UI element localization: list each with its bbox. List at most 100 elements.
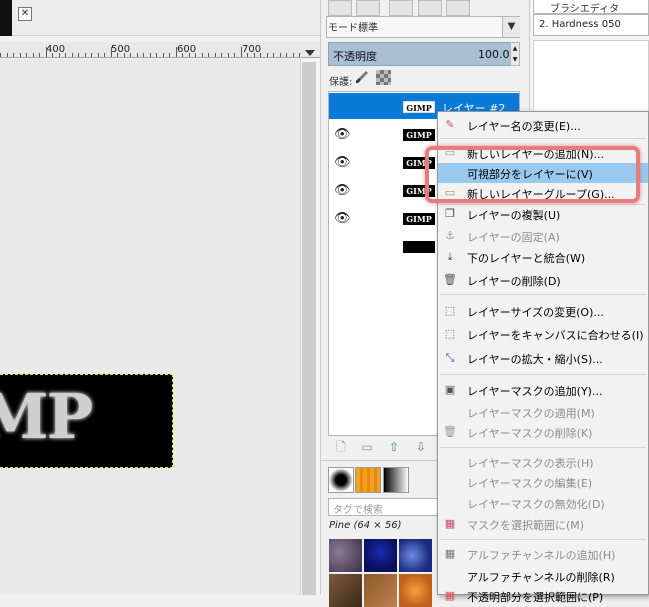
- horizontal-ruler[interactable]: 400 500 600 700: [0, 42, 300, 58]
- new-group-icon[interactable]: ▭: [360, 440, 374, 454]
- menu-item-edit-mask[interactable]: レイヤーマスクの編集(E): [467, 475, 592, 491]
- ruler-label: 600: [177, 44, 197, 55]
- menu-item-delete-mask[interactable]: レイヤーマスクの削除(K): [467, 425, 592, 441]
- menu-item-layer-boundary-size[interactable]: レイヤーサイズの変更(O)...: [467, 304, 604, 320]
- ruler-tick: [182, 53, 183, 57]
- delete-icon: 🗑: [443, 273, 457, 286]
- mode-label: モード:: [328, 23, 362, 34]
- patterns-tab-icon[interactable]: [355, 467, 381, 493]
- menu-item-add-mask[interactable]: レイヤーマスクの追加(Y)...: [467, 383, 602, 399]
- gradients-tab-icon[interactable]: [383, 467, 409, 493]
- image-tab-strip: [0, 0, 320, 36]
- ruler-tick: [279, 53, 281, 57]
- menu-item-merge-down[interactable]: 下のレイヤーと統合(W): [467, 250, 585, 266]
- navigate-arrow-icon: [305, 50, 315, 56]
- ruler-tick: [0, 53, 1, 57]
- eye-icon[interactable]: 👁: [334, 184, 352, 197]
- ruler-tick: [104, 53, 105, 57]
- channels-tab-icon[interactable]: [356, 0, 380, 16]
- layer-thumbnail: GIMP: [403, 213, 435, 225]
- lock-pixels-brush-icon[interactable]: [355, 70, 369, 84]
- brush-editor-tab-label: ブラシエディタ: [550, 4, 620, 15]
- menu-item-rename[interactable]: レイヤー名の変更(E)...: [467, 118, 581, 134]
- ruler-tick: [6, 53, 8, 57]
- add-alpha-icon: ▦: [444, 547, 456, 560]
- scale-layer-icon: ⤡: [445, 351, 455, 364]
- menu-item-disable-mask[interactable]: レイヤーマスクの無効化(D): [467, 496, 605, 512]
- pattern-swatch[interactable]: [364, 574, 397, 607]
- opacity-spinner-icon[interactable]: ▲ ▼: [510, 42, 520, 66]
- duplicate-icon: ❐: [445, 207, 455, 220]
- ruler-tick: [78, 53, 79, 57]
- layer-thumbnail: GIMP: [403, 129, 435, 141]
- pattern-swatch[interactable]: [399, 574, 432, 607]
- menu-separator: [440, 294, 646, 295]
- ruler-tick: [175, 47, 177, 57]
- brush-name-field[interactable]: 2. Hardness 050: [533, 14, 649, 36]
- ruler-tick: [156, 53, 157, 57]
- ruler-tick: [260, 53, 261, 57]
- ruler-tick: [162, 53, 164, 57]
- menu-item-mask-to-selection[interactable]: マスクを選択範囲に(M): [467, 517, 584, 533]
- ruler-label: 700: [242, 44, 262, 55]
- mask-to-selection-icon: ▦: [444, 517, 456, 530]
- close-tab-button[interactable]: ✕: [18, 7, 32, 21]
- chevron-down-icon[interactable]: ▼: [502, 17, 520, 37]
- layer-thumbnail: GIMP: [403, 101, 435, 113]
- new-layer-icon[interactable]: 🗋: [334, 440, 348, 454]
- image-text: MP: [0, 380, 93, 453]
- scrollbar-thumb[interactable]: [302, 62, 316, 595]
- resize-boundary-icon: ⬚: [444, 304, 456, 317]
- pattern-swatch[interactable]: [364, 539, 397, 572]
- menu-item-anchor[interactable]: レイヤーの固定(A): [467, 229, 560, 245]
- ruler-tick: [32, 53, 34, 57]
- anchor-icon: ⚓: [445, 229, 455, 242]
- pattern-swatch[interactable]: [399, 539, 432, 572]
- ruler-tick: [266, 53, 268, 57]
- menu-separator: [440, 204, 646, 205]
- menu-item-show-mask[interactable]: レイヤーマスクの表示(H): [467, 455, 594, 471]
- ruler-tick: [39, 53, 40, 57]
- brushes-tab-icon[interactable]: [328, 467, 354, 493]
- layers-tab-icon[interactable]: [328, 0, 352, 16]
- menu-item-remove-alpha[interactable]: アルファチャンネルの削除(R): [467, 569, 615, 585]
- menu-item-delete[interactable]: レイヤーの削除(D): [467, 273, 561, 289]
- lower-layer-icon[interactable]: ⇩: [414, 440, 428, 454]
- ruler-tick: [143, 53, 144, 57]
- ruler-tick: [71, 53, 73, 57]
- pattern-swatch[interactable]: [329, 539, 362, 572]
- eye-icon[interactable]: 👁: [334, 212, 352, 225]
- menu-item-scale-layer[interactable]: レイヤーの拡大・縮小(S)...: [467, 351, 603, 367]
- raise-layer-icon[interactable]: ⇧: [387, 440, 401, 454]
- eye-icon[interactable]: 👁: [334, 156, 352, 169]
- canvas-area[interactable]: [0, 59, 300, 595]
- ruler-tick: [149, 53, 151, 57]
- menu-item-add-alpha[interactable]: アルファチャンネルの追加(H): [467, 547, 615, 563]
- menu-separator: [440, 374, 646, 375]
- lock-label: 保護:: [329, 77, 353, 88]
- menu-separator: [440, 138, 646, 139]
- gradient-tab-icon[interactable]: [446, 0, 470, 16]
- ruler-tick: [247, 53, 248, 57]
- image-tab-thumbnail[interactable]: [0, 0, 12, 36]
- pattern-swatch[interactable]: [329, 574, 362, 607]
- menu-item-apply-mask[interactable]: レイヤーマスクの適用(M): [467, 405, 595, 421]
- menu-item-duplicate[interactable]: レイヤーの複製(U): [467, 207, 560, 223]
- menu-separator: [440, 539, 646, 540]
- ruler-tick: [110, 47, 112, 57]
- ruler-tick: [227, 53, 229, 57]
- ruler-tick: [117, 53, 118, 57]
- ruler-tick: [214, 53, 216, 57]
- menu-item-alpha-to-selection[interactable]: 不透明部分を選択範囲に(P): [467, 589, 603, 605]
- eye-icon[interactable]: 👁: [334, 128, 352, 141]
- undo-tab-icon[interactable]: [418, 0, 442, 16]
- paths-tab-icon[interactable]: [389, 0, 413, 16]
- lock-alpha-icon[interactable]: [376, 70, 391, 85]
- opacity-label: 不透明度: [333, 50, 377, 63]
- ruler-tick: [97, 53, 99, 57]
- layer-thumbnail: [403, 241, 435, 253]
- ruler-tick: [253, 53, 255, 57]
- menu-item-layer-to-image-size[interactable]: レイヤーをキャンバスに合わせる(I): [467, 327, 644, 343]
- merge-down-icon: ⤓: [447, 250, 453, 263]
- mode-value: 標準: [358, 23, 378, 34]
